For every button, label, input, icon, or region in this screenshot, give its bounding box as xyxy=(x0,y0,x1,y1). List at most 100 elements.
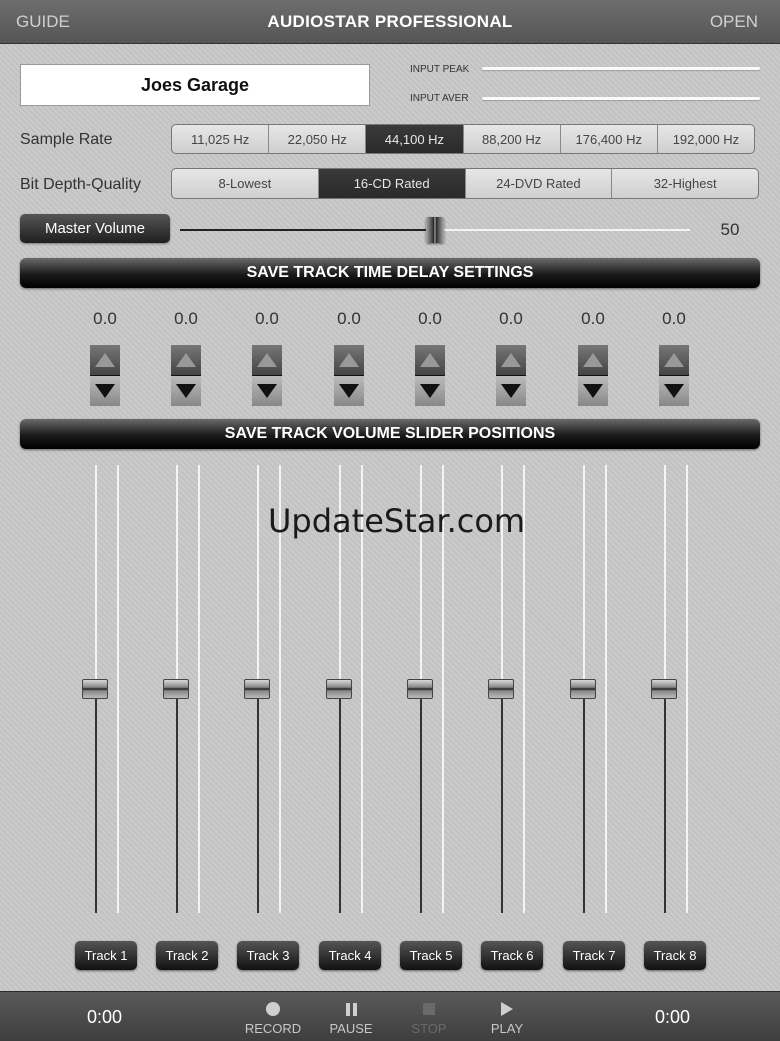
decrease-delay-button[interactable] xyxy=(90,376,120,406)
sample-rate-option[interactable]: 11,025 Hz xyxy=(172,125,270,153)
fader-rail-fill xyxy=(339,689,341,913)
master-volume-remaining xyxy=(435,229,690,231)
increase-delay-button[interactable] xyxy=(659,345,689,375)
fader-level-rail xyxy=(686,465,688,913)
delay-value: 0.0 xyxy=(581,309,605,328)
sample-rate-option[interactable]: 44,100 Hz xyxy=(366,125,464,153)
input-aver-meter xyxy=(482,97,760,100)
down-arrow-icon xyxy=(339,384,359,398)
delay-value: 0.0 xyxy=(255,309,279,328)
down-arrow-icon xyxy=(95,384,115,398)
play-button[interactable]: PLAY xyxy=(472,1000,542,1036)
decrease-delay-button[interactable] xyxy=(252,376,282,406)
down-arrow-icon xyxy=(257,384,277,398)
up-arrow-icon xyxy=(583,353,603,367)
track-volume-fader[interactable] xyxy=(244,679,270,699)
save-delay-settings-button[interactable]: SAVE TRACK TIME DELAY SETTINGS xyxy=(20,258,760,288)
bit-depth-label: Bit Depth-Quality xyxy=(20,176,141,193)
bit-depth-option[interactable]: 8-Lowest xyxy=(172,169,319,198)
decrease-delay-button[interactable] xyxy=(171,376,201,406)
track-volume-fader[interactable] xyxy=(326,679,352,699)
track-volume-fader[interactable] xyxy=(163,679,189,699)
track-button[interactable]: Track 3 xyxy=(237,941,299,970)
track-volume-fader[interactable] xyxy=(407,679,433,699)
decrease-delay-button[interactable] xyxy=(415,376,445,406)
decrease-delay-button[interactable] xyxy=(334,376,364,406)
up-arrow-icon xyxy=(257,353,277,367)
save-volume-positions-button[interactable]: SAVE TRACK VOLUME SLIDER POSITIONS xyxy=(20,419,760,449)
track-volume-fader[interactable] xyxy=(651,679,677,699)
sample-rate-label: Sample Rate xyxy=(20,131,113,148)
input-peak-meter xyxy=(482,67,760,70)
track-button[interactable]: Track 4 xyxy=(319,941,381,970)
pause-icon xyxy=(345,1002,357,1016)
delay-stepper xyxy=(171,345,201,406)
down-arrow-icon xyxy=(176,384,196,398)
fader-rail xyxy=(257,465,259,689)
decrease-delay-button[interactable] xyxy=(578,376,608,406)
fader-rail-fill xyxy=(176,689,178,913)
sample-rate-selector: 11,025 Hz 22,050 Hz 44,100 Hz 88,200 Hz 176,… xyxy=(171,124,755,154)
up-arrow-icon xyxy=(664,353,684,367)
input-aver-label: INPUT AVER xyxy=(410,93,469,104)
track-button[interactable]: Track 5 xyxy=(400,941,462,970)
pause-label: PAUSE xyxy=(329,1021,373,1036)
track-volume-fader[interactable] xyxy=(82,679,108,699)
fader-rail xyxy=(95,465,97,689)
increase-delay-button[interactable] xyxy=(415,345,445,375)
up-arrow-icon xyxy=(95,353,115,367)
delay-stepper xyxy=(252,345,282,406)
bit-depth-option[interactable]: 24-DVD Rated xyxy=(466,169,613,198)
fader-rail-fill xyxy=(420,689,422,913)
open-button[interactable]: OPEN xyxy=(710,12,758,32)
increase-delay-button[interactable] xyxy=(90,345,120,375)
stop-button[interactable]: STOP xyxy=(394,1000,464,1036)
play-icon xyxy=(501,1002,513,1016)
record-label: RECORD xyxy=(244,1021,302,1036)
increase-delay-button[interactable] xyxy=(334,345,364,375)
sample-rate-option[interactable]: 88,200 Hz xyxy=(464,125,561,153)
fader-rail xyxy=(583,465,585,689)
track-button[interactable]: Track 1 xyxy=(75,941,137,970)
sample-rate-option[interactable]: 176,400 Hz xyxy=(561,125,658,153)
session-name-field[interactable]: Joes Garage xyxy=(20,64,370,106)
increase-delay-button[interactable] xyxy=(496,345,526,375)
sample-rate-option[interactable]: 22,050 Hz xyxy=(269,125,367,153)
sample-rate-option[interactable]: 192,000 Hz xyxy=(658,125,754,153)
track-button[interactable]: Track 2 xyxy=(156,941,218,970)
track-volume-fader[interactable] xyxy=(570,679,596,699)
fader-level-rail xyxy=(198,465,200,913)
fader-rail xyxy=(339,465,341,689)
play-label: PLAY xyxy=(490,1021,524,1036)
master-volume-button[interactable]: Master Volume xyxy=(20,214,170,243)
record-button[interactable]: RECORD xyxy=(238,1000,308,1036)
down-arrow-icon xyxy=(664,384,684,398)
delay-value: 0.0 xyxy=(174,309,198,328)
track-volume-fader[interactable] xyxy=(488,679,514,699)
decrease-delay-button[interactable] xyxy=(659,376,689,406)
pause-button[interactable]: PAUSE xyxy=(316,1000,386,1036)
bit-depth-option[interactable]: 32-Highest xyxy=(612,169,758,198)
track-button[interactable]: Track 8 xyxy=(644,941,706,970)
fader-rail xyxy=(420,465,422,689)
delay-stepper xyxy=(415,345,445,406)
track-button[interactable]: Track 6 xyxy=(481,941,543,970)
master-volume-thumb[interactable] xyxy=(426,217,444,243)
down-arrow-icon xyxy=(420,384,440,398)
watermark: UpdateStar.com xyxy=(268,502,526,540)
decrease-delay-button[interactable] xyxy=(496,376,526,406)
down-arrow-icon xyxy=(583,384,603,398)
elapsed-time: 0:00 xyxy=(87,1007,123,1027)
track-button[interactable]: Track 7 xyxy=(563,941,625,970)
increase-delay-button[interactable] xyxy=(578,345,608,375)
fader-rail-fill xyxy=(501,689,503,913)
delay-value: 0.0 xyxy=(337,309,361,328)
fader-level-rail xyxy=(117,465,119,913)
delay-value: 0.0 xyxy=(499,309,523,328)
fader-rail xyxy=(664,465,666,689)
increase-delay-button[interactable] xyxy=(252,345,282,375)
increase-delay-button[interactable] xyxy=(171,345,201,375)
app-title: AUDIOSTAR PROFESSIONAL xyxy=(267,12,513,31)
delay-value: 0.0 xyxy=(418,309,442,328)
bit-depth-option[interactable]: 16-CD Rated xyxy=(318,169,466,198)
